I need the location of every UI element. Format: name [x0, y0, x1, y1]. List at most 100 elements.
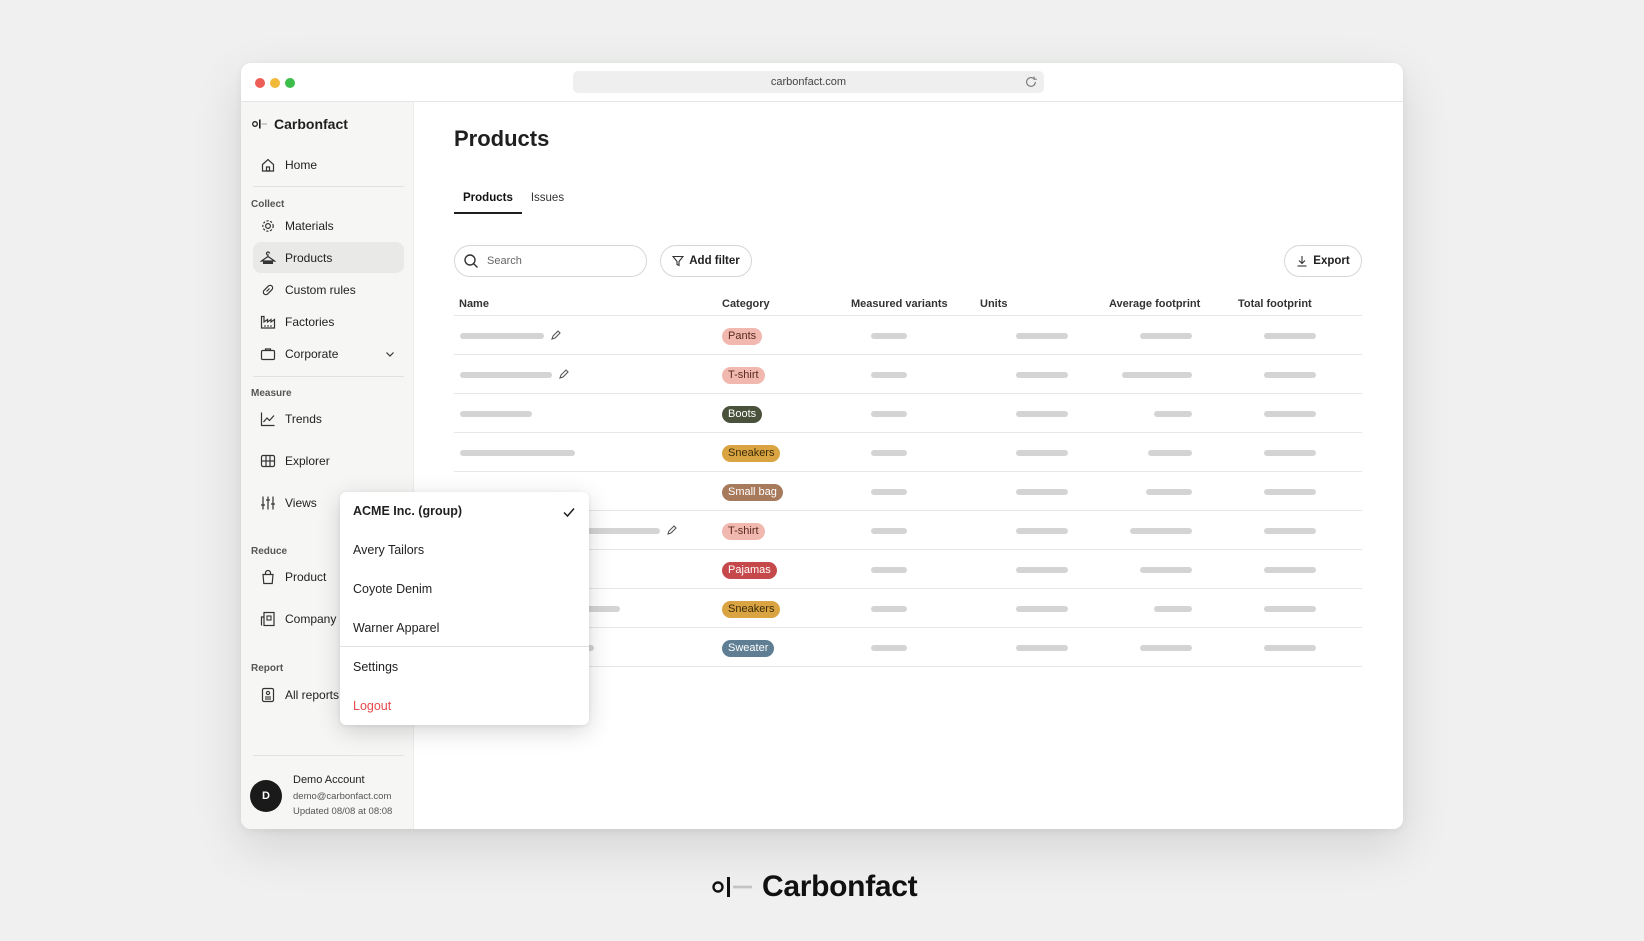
- account-name: Demo Account: [293, 774, 365, 786]
- sidebar-divider: [253, 376, 404, 377]
- shopping-bag-icon: [262, 569, 274, 584]
- value-placeholder: [1130, 528, 1192, 534]
- category-badge: Sneakers: [722, 445, 781, 462]
- report-icon: [261, 687, 275, 702]
- sidebar-item-label: Products: [285, 250, 333, 265]
- pencil-icon[interactable]: [558, 368, 570, 380]
- value-placeholder: [871, 450, 907, 456]
- brand-logo[interactable]: Carbonfact: [252, 116, 348, 132]
- value-placeholder: [871, 411, 907, 417]
- sidebar-item-corporate[interactable]: Corporate: [253, 338, 404, 369]
- menu-item-company[interactable]: ACME Inc. (group): [340, 492, 589, 531]
- pencil-icon[interactable]: [550, 329, 562, 341]
- value-placeholder: [871, 645, 907, 651]
- link-icon: [262, 284, 274, 295]
- url-text: carbonfact.com: [770, 76, 847, 88]
- value-placeholder: [1154, 606, 1192, 612]
- table-row[interactable]: Sneakers: [454, 589, 1362, 628]
- column-header-measured-variants[interactable]: Measured variants: [851, 298, 948, 310]
- column-header-total-footprint[interactable]: Total footprint: [1238, 298, 1312, 310]
- tab-bar: Products Issues: [454, 188, 573, 214]
- download-icon: [1297, 256, 1307, 267]
- category-badge: T-shirt: [722, 523, 765, 540]
- sidebar-item-label: Views: [285, 495, 317, 510]
- value-placeholder: [1140, 333, 1192, 339]
- sidebar-item-trends[interactable]: Trends: [253, 403, 404, 434]
- value-placeholder: [871, 528, 907, 534]
- menu-divider: [340, 646, 589, 647]
- column-header-name[interactable]: Name: [459, 298, 489, 310]
- menu-item-logout[interactable]: Logout: [340, 687, 589, 726]
- chevron-down-icon[interactable]: [384, 348, 396, 360]
- name-placeholder: [582, 528, 660, 534]
- products-table: Name Category Measured variants Units Av…: [454, 292, 1362, 667]
- menu-item-company[interactable]: Avery Tailors: [340, 531, 589, 570]
- tab-issues[interactable]: Issues: [522, 188, 573, 214]
- pencil-icon[interactable]: [666, 524, 678, 536]
- value-placeholder: [1016, 411, 1068, 417]
- category-badge: Pajamas: [722, 562, 777, 579]
- reload-icon[interactable]: [1024, 75, 1038, 89]
- column-header-average-footprint[interactable]: Average footprint: [1109, 298, 1200, 310]
- sidebar-item-home[interactable]: Home: [253, 149, 404, 180]
- sidebar-item-label: Corporate: [285, 346, 339, 361]
- value-placeholder: [1264, 528, 1316, 534]
- value-placeholder: [1148, 450, 1192, 456]
- table-row[interactable]: Boots: [454, 394, 1362, 433]
- account-switcher[interactable]: D Demo Account demo@carbonfact.com Updat…: [250, 770, 410, 820]
- address-bar[interactable]: carbonfact.com: [573, 71, 1044, 93]
- value-placeholder: [1264, 333, 1316, 339]
- table-row[interactable]: Pants: [454, 316, 1362, 355]
- value-placeholder: [1146, 489, 1192, 495]
- account-email: demo@carbonfact.com: [293, 791, 392, 802]
- value-placeholder: [1264, 450, 1316, 456]
- sidebar-item-label: Explorer: [285, 453, 330, 468]
- sidebar-item-label: Custom rules: [285, 282, 356, 297]
- table-row[interactable]: T-shirt: [454, 355, 1362, 394]
- search-input[interactable]: [487, 255, 637, 267]
- column-header-units[interactable]: Units: [980, 298, 1008, 310]
- value-placeholder: [1016, 645, 1068, 651]
- tab-products[interactable]: Products: [454, 188, 522, 214]
- sidebar-item-products[interactable]: Products: [253, 242, 404, 273]
- sidebar-item-custom-rules[interactable]: Custom rules: [253, 274, 404, 305]
- sidebar-item-label: Trends: [285, 411, 322, 426]
- table-row[interactable]: Small bag: [454, 472, 1362, 511]
- category-badge: T-shirt: [722, 367, 765, 384]
- table-row[interactable]: T-shirt: [454, 511, 1362, 550]
- value-placeholder: [1016, 567, 1068, 573]
- add-filter-button[interactable]: Add filter: [660, 245, 752, 277]
- value-placeholder: [871, 567, 907, 573]
- menu-item-settings[interactable]: Settings: [340, 648, 589, 687]
- table-row[interactable]: Sneakers: [454, 433, 1362, 472]
- table-row[interactable]: Sweater: [454, 628, 1362, 667]
- line-chart-icon: [260, 412, 275, 426]
- table-row[interactable]: Pajamas: [454, 550, 1362, 589]
- add-filter-label: Add filter: [689, 255, 740, 267]
- filter-icon: [672, 255, 685, 267]
- search-box[interactable]: [454, 245, 647, 277]
- sidebar-item-label: Product: [285, 569, 327, 584]
- close-window-button[interactable]: [255, 78, 265, 88]
- value-placeholder: [1016, 489, 1068, 495]
- menu-item-company[interactable]: Warner Apparel: [340, 609, 589, 648]
- value-placeholder: [871, 333, 907, 339]
- maximize-window-button[interactable]: [285, 78, 295, 88]
- column-header-category[interactable]: Category: [722, 298, 770, 310]
- value-placeholder: [1016, 528, 1068, 534]
- menu-item-company[interactable]: Coyote Denim: [340, 570, 589, 609]
- sidebar-item-explorer[interactable]: Explorer: [253, 445, 404, 476]
- value-placeholder: [1016, 333, 1068, 339]
- briefcase-icon: [260, 347, 276, 360]
- grid-icon: [260, 454, 276, 467]
- sidebar-item-materials[interactable]: Materials: [253, 210, 404, 241]
- carbonfact-logo-icon: [252, 119, 267, 129]
- value-placeholder: [1016, 606, 1068, 612]
- value-placeholder: [1140, 567, 1192, 573]
- sidebar-item-factories[interactable]: Factories: [253, 306, 404, 337]
- avatar: D: [250, 780, 282, 812]
- section-label-report: Report: [251, 663, 284, 674]
- export-button[interactable]: Export: [1284, 245, 1362, 277]
- table-header: Name Category Measured variants Units Av…: [454, 292, 1362, 316]
- minimize-window-button[interactable]: [270, 78, 280, 88]
